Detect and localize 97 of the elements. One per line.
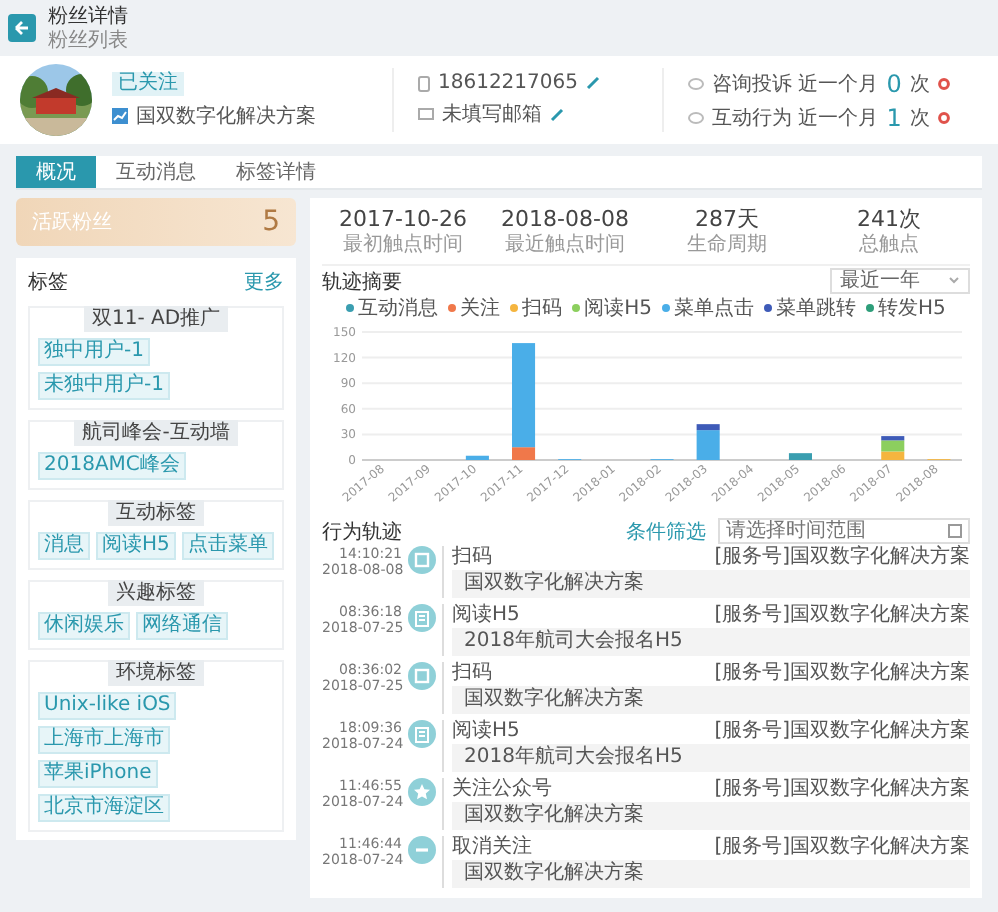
legend-dot	[510, 304, 519, 312]
read-icon	[408, 604, 436, 632]
event-content: 2018年航司大会报名H5	[452, 744, 970, 772]
stat-value: 241次	[857, 206, 921, 233]
email-value: 未填写邮箱	[442, 101, 542, 128]
chart-bar	[788, 453, 812, 460]
group-name: 环境标签	[108, 660, 204, 686]
tag-chip[interactable]: 上海市上海市	[38, 726, 170, 754]
breadcrumb-link[interactable]: 粉丝列表	[48, 29, 128, 51]
mail-icon	[418, 108, 434, 120]
tag-chip[interactable]: 未独中用户-1	[38, 372, 170, 400]
legend-label: 转发H5	[878, 296, 946, 322]
event-source: [服务号]国双数字化解决方案	[714, 604, 970, 628]
stat-value: 2017-10-26	[339, 206, 467, 233]
legend-dot	[346, 304, 355, 312]
metric-label: 互动行为 近一个月	[712, 105, 879, 131]
tag-chip[interactable]: 北京市海淀区	[38, 794, 170, 822]
stat-label: 总触点	[859, 234, 919, 258]
tab[interactable]: 概况	[16, 156, 96, 188]
more-link[interactable]: 更多	[244, 267, 284, 295]
scan-icon	[408, 546, 436, 574]
chart-bar	[465, 455, 489, 460]
event-title: 扫码	[452, 546, 492, 570]
event-source: [服务号]国双数字化解决方案	[714, 836, 970, 860]
group-name: 互动标签	[108, 500, 204, 526]
tag-chip[interactable]: 休闲娱乐	[38, 612, 130, 640]
page-title: 粉丝详情	[48, 5, 128, 29]
account-name: 国双数字化解决方案	[136, 103, 316, 129]
phone-icon	[418, 75, 430, 91]
event-content: 国双数字化解决方案	[452, 802, 970, 830]
metric-value: 1	[886, 103, 902, 131]
legend-dot	[448, 304, 457, 312]
event-title: 阅读H5	[452, 604, 520, 628]
phone-number: 18612217065	[438, 72, 578, 94]
group-name: 兴趣标签	[108, 580, 204, 606]
legend-label: 扫码	[522, 295, 563, 322]
follow-icon	[408, 778, 436, 806]
legend-label: 关注	[460, 295, 501, 322]
search-field[interactable]: 请选择时间范围	[718, 518, 970, 544]
stat-value: 2018-08-08	[501, 206, 629, 233]
back-button[interactable]	[8, 14, 36, 42]
chart-icon	[112, 107, 128, 123]
legend-dot	[764, 304, 772, 312]
event-title: 取消关注	[452, 836, 532, 860]
legend-dot	[866, 304, 874, 312]
legend-label: 阅读H5	[584, 295, 652, 322]
event-title: 阅读H5	[452, 720, 520, 744]
event-source: [服务号]国双数字化解决方案	[714, 720, 970, 744]
event-content: 2018年航司大会报名H5	[452, 628, 970, 656]
group-name: 双11- AD推广	[83, 306, 229, 332]
tag-chip[interactable]: 阅读H5	[96, 532, 176, 560]
stat-label: 最初触点时间	[343, 234, 463, 258]
read-icon	[408, 720, 436, 748]
range-dropdown[interactable]: 最近一年	[830, 268, 970, 294]
event-title: 关注公众号	[452, 778, 552, 802]
tag-chip[interactable]: 点击菜单	[181, 532, 274, 560]
tag-chip[interactable]: 2018AMC峰会	[38, 452, 186, 480]
tag-chip[interactable]: Unix-like iOS	[38, 692, 177, 720]
section-title: 行为轨迹	[322, 519, 402, 545]
tag-chip[interactable]: 独中用户-1	[38, 338, 150, 366]
group-name: 航司峰会-互动墙	[74, 420, 238, 446]
legend-label: 互动消息	[358, 295, 439, 322]
metric-label: 咨询投诉 近一个月	[712, 71, 879, 97]
arrow-icon	[14, 20, 30, 36]
scan-icon	[408, 662, 436, 690]
edit-icon[interactable]	[586, 76, 600, 90]
tag-chip[interactable]: 网络通信	[136, 612, 228, 640]
legend-label: 菜单点击	[674, 295, 754, 322]
event-source: [服务号]国双数字化解决方案	[714, 778, 970, 802]
tag-chip[interactable]: 消息	[38, 532, 90, 560]
event-source: [服务号]国双数字化解决方案	[714, 662, 970, 686]
panel-title: 标签	[28, 269, 68, 295]
legend-label: 菜单跳转	[776, 295, 856, 322]
status-badge: 已关注	[112, 71, 184, 95]
event-source: [服务号]国双数字化解决方案	[714, 546, 970, 570]
event-content: 国双数字化解决方案	[452, 860, 970, 888]
section-title: 轨迹摘要	[322, 269, 402, 295]
filter-link[interactable]: 条件筛选	[626, 517, 706, 545]
event-content: 国双数字化解决方案	[452, 570, 970, 598]
score-label: 活跃粉丝	[32, 209, 112, 236]
tab[interactable]: 标签详情	[216, 156, 336, 188]
unfollow-icon	[408, 836, 436, 864]
edit-icon[interactable]	[550, 107, 564, 121]
legend-dot	[662, 304, 670, 312]
stat-label: 生命周期	[687, 234, 767, 258]
metric-unit: 次	[909, 105, 930, 131]
tab[interactable]: 互动消息	[96, 156, 216, 188]
event-content: 国双数字化解决方案	[452, 686, 970, 714]
metric-unit: 次	[909, 71, 930, 97]
tag-chip[interactable]: 苹果iPhone	[38, 760, 158, 788]
legend-dot	[572, 304, 581, 312]
score-value: 5	[262, 206, 280, 238]
metric-value: 0	[886, 69, 902, 97]
event-title: 扫码	[452, 662, 492, 686]
calendar-icon	[948, 524, 962, 538]
stat-label: 最近触点时间	[505, 234, 625, 258]
stat-value: 287天	[695, 206, 759, 233]
